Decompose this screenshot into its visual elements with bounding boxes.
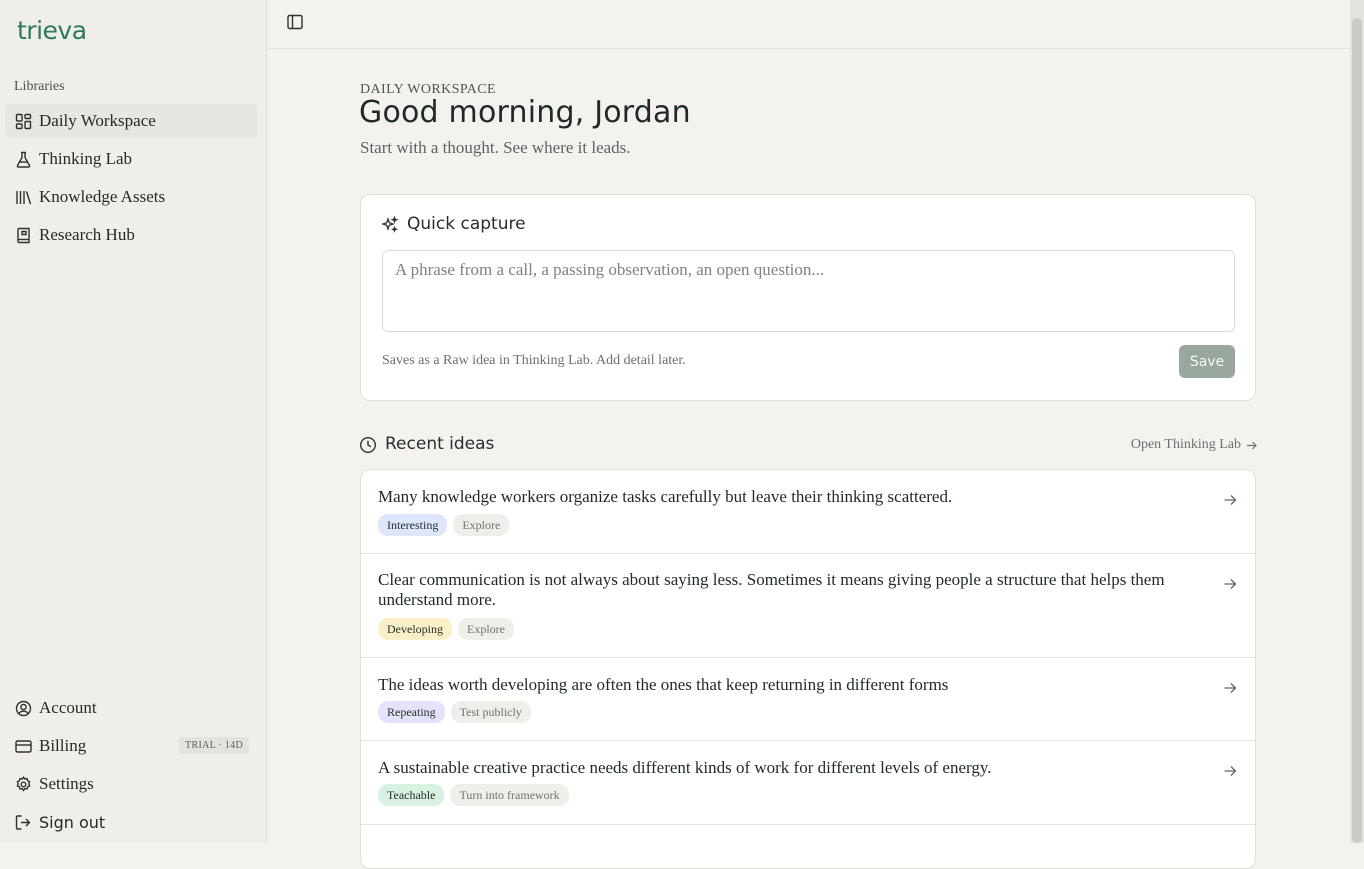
sidebar-toggle-icon (286, 14, 304, 35)
sidebar-item-daily-workspace[interactable]: Daily Workspace (5, 104, 258, 138)
save-button[interactable]: Save (1179, 345, 1235, 378)
status-badge: Repeating (378, 701, 445, 723)
sidebar-item-label: Thinking Lab (39, 149, 133, 168)
action-tag[interactable]: Explore (458, 618, 514, 640)
sidebar-item-settings[interactable]: Settings (5, 767, 258, 801)
list-item[interactable]: The ideas worth developing are often the… (361, 658, 1255, 741)
scrollbar-thumb[interactable] (1352, 18, 1362, 843)
sidebar-item-label: Sign out (39, 812, 106, 832)
action-tag[interactable]: Explore (453, 514, 510, 536)
status-badge: Teachable (378, 784, 445, 806)
sidebar-item-label: Account (39, 698, 97, 717)
sidebar-item-sign-out[interactable]: Sign out (5, 805, 258, 839)
arrow-right-icon (1223, 764, 1237, 778)
status-badge: Interesting (378, 514, 448, 536)
sidebar-item-label: Billing (39, 736, 87, 755)
grid-icon (14, 112, 32, 130)
flask-icon (14, 150, 32, 168)
recent-ideas-title: Recent ideas (385, 434, 495, 454)
clock-icon (359, 436, 377, 454)
gear-icon (14, 775, 32, 793)
idea-text: Clear communication is not always about … (378, 570, 1165, 609)
sidebar-item-knowledge-assets[interactable]: Knowledge Assets (5, 180, 258, 214)
idea-text: The ideas worth developing are often the… (378, 675, 949, 694)
open-thinking-lab-label: Open Thinking Lab (1130, 437, 1241, 452)
sidebar-item-label: Research Hub (39, 225, 135, 244)
quick-capture-hint: Saves as a Raw idea in Thinking Lab. Add… (382, 353, 686, 368)
library-icon (14, 188, 32, 206)
action-tag[interactable]: Test publicly (450, 701, 531, 723)
book-icon (14, 226, 32, 244)
sidebar-item-account[interactable]: Account (5, 691, 258, 725)
list-item[interactable]: A sustainable creative practice needs di… (361, 741, 1255, 825)
arrow-right-icon (1223, 493, 1237, 507)
arrow-right-icon (1246, 440, 1257, 451)
sidebar-item-label: Knowledge Assets (39, 187, 166, 206)
quick-capture-title: Quick capture (407, 214, 526, 234)
arrow-right-icon (1223, 681, 1237, 695)
libraries-section-label: Libraries (14, 79, 65, 94)
page-title: Good morning, Jordan (359, 95, 691, 130)
app-logo[interactable]: trieva (17, 16, 87, 45)
status-badge: Developing (378, 618, 452, 640)
sidebar-item-research-hub[interactable]: Research Hub (5, 218, 258, 252)
user-circle-icon (14, 699, 32, 717)
recent-ideas-list: Many knowledge workers organize tasks ca… (360, 469, 1256, 869)
quick-capture-input[interactable] (382, 250, 1235, 332)
arrow-right-icon (1223, 577, 1237, 591)
list-item[interactable]: Many knowledge workers organize tasks ca… (361, 470, 1255, 554)
sidebar-item-label: Settings (39, 774, 94, 793)
list-item[interactable]: Clear communication is not always about … (361, 554, 1255, 658)
sidebar-toggle-button[interactable] (286, 13, 306, 33)
sidebar-item-label: Daily Workspace (39, 111, 156, 130)
topbar (268, 0, 1350, 49)
trial-badge: TRIAL · 14D (179, 737, 249, 754)
page-subtitle: Start with a thought. See where it leads… (360, 138, 631, 157)
open-thinking-lab-link[interactable]: Open Thinking Lab (1131, 437, 1257, 453)
sidebar: trieva Libraries Daily Workspace Thinkin… (0, 0, 267, 843)
sparkles-icon (381, 215, 399, 234)
idea-text: Many knowledge workers organize tasks ca… (378, 487, 953, 506)
action-tag[interactable]: Turn into framework (450, 784, 569, 806)
credit-card-icon (14, 737, 32, 755)
sidebar-item-thinking-lab[interactable]: Thinking Lab (5, 142, 258, 176)
idea-text: A sustainable creative practice needs di… (378, 758, 992, 777)
sign-out-icon (14, 813, 32, 831)
